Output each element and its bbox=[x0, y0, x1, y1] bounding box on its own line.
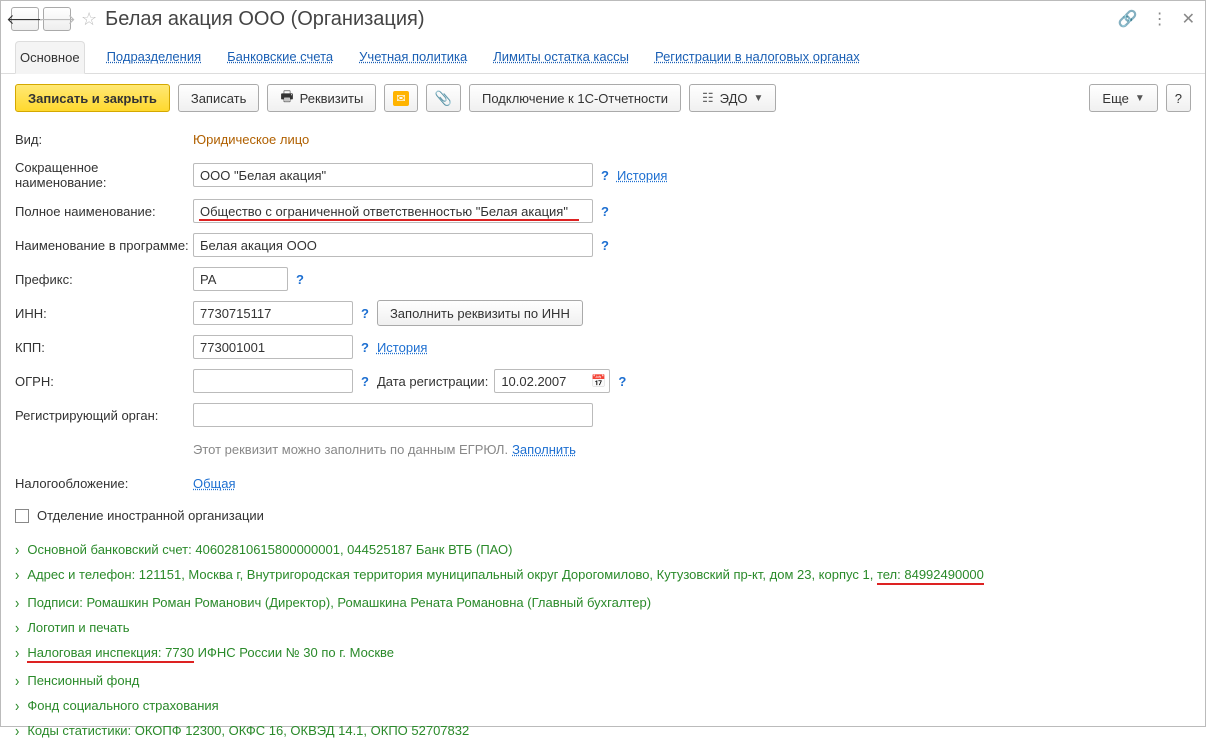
forward-button[interactable]: 🡒 bbox=[43, 7, 71, 31]
chevron-right-icon: › bbox=[15, 619, 19, 637]
acc-tel-text: тел: 84992490000 bbox=[877, 567, 984, 585]
prog-name-input[interactable] bbox=[193, 233, 593, 257]
egrul-hint: Этот реквизит можно заполнить по данным … bbox=[193, 442, 508, 457]
attach-button[interactable]: 📎 bbox=[426, 84, 461, 112]
full-name-input[interactable] bbox=[193, 199, 593, 223]
short-name-label: Сокращенное наименование: bbox=[15, 160, 193, 190]
ogrn-label: ОГРН: bbox=[15, 374, 193, 389]
acc-tax-insp-rest: ИФНС России № 30 по г. Москве bbox=[194, 645, 394, 660]
prefix-input[interactable] bbox=[193, 267, 288, 291]
inn-label: ИНН: bbox=[15, 306, 193, 321]
acc-tax-inspection[interactable]: › Налоговая инспекция: 7730 ИФНС России … bbox=[15, 640, 1191, 668]
chevron-right-icon: › bbox=[15, 672, 19, 690]
acc-social-fund[interactable]: › Фонд социального страхования bbox=[15, 693, 1191, 718]
short-name-help[interactable]: ? bbox=[601, 168, 609, 183]
section-tabs: Основное Подразделения Банковские счета … bbox=[1, 35, 1205, 74]
short-name-input[interactable] bbox=[193, 163, 593, 187]
tab-cash-limits[interactable]: Лимиты остатка кассы bbox=[489, 41, 633, 73]
acc-tax-insp-code: Налоговая инспекция: 7730 bbox=[27, 645, 194, 663]
short-name-history-link[interactable]: История bbox=[617, 168, 667, 183]
foreign-branch-label: Отделение иностранной организации bbox=[37, 508, 264, 523]
tab-accounting-policy[interactable]: Учетная политика bbox=[355, 41, 471, 73]
more-label: Еще bbox=[1102, 91, 1128, 106]
chevron-down-icon: ▼ bbox=[754, 93, 764, 104]
kpp-label: КПП: bbox=[15, 340, 193, 355]
edo-icon: ☷ bbox=[702, 90, 714, 106]
back-button[interactable]: 🡐 bbox=[11, 7, 39, 31]
chevron-right-icon: › bbox=[15, 644, 19, 662]
foreign-branch-checkbox[interactable] bbox=[15, 509, 29, 523]
prog-name-help[interactable]: ? bbox=[601, 238, 609, 253]
reg-date-label: Дата регистрации: bbox=[377, 374, 488, 389]
tab-main[interactable]: Основное bbox=[15, 41, 85, 74]
paperclip-icon: 📎 bbox=[435, 90, 452, 107]
accordion: › Основной банковский счет: 406028106158… bbox=[1, 537, 1205, 743]
reg-org-label: Регистрирующий орган: bbox=[15, 408, 193, 423]
fill-by-inn-button[interactable]: Заполнить реквизиты по ИНН bbox=[377, 300, 583, 326]
taxation-link[interactable]: Общая bbox=[193, 476, 236, 491]
egrul-fill-link[interactable]: Заполнить bbox=[512, 442, 576, 457]
full-name-help[interactable]: ? bbox=[601, 204, 609, 219]
acc-signatures[interactable]: › Подписи: Ромашкин Роман Романович (Дир… bbox=[15, 590, 1191, 615]
edo-button[interactable]: ☷ ЭДО ▼ bbox=[689, 84, 776, 112]
close-icon[interactable]: ✕ bbox=[1182, 9, 1195, 29]
acc-stat-codes[interactable]: › Коды статистики: ОКОПФ 12300, ОКФС 16,… bbox=[15, 718, 1191, 743]
kpp-history-link[interactable]: История bbox=[377, 340, 427, 355]
kind-value: Юридическое лицо bbox=[193, 132, 309, 147]
prefix-help[interactable]: ? bbox=[296, 272, 304, 287]
save-button[interactable]: Записать bbox=[178, 84, 260, 112]
acc-bank-account[interactable]: › Основной банковский счет: 406028106158… bbox=[15, 537, 1191, 562]
prefix-label: Префикс: bbox=[15, 272, 193, 287]
prog-name-label: Наименование в программе: bbox=[15, 238, 193, 253]
chevron-right-icon: › bbox=[15, 722, 19, 740]
reg-org-input[interactable] bbox=[193, 403, 593, 427]
chevron-right-icon: › bbox=[15, 697, 19, 715]
full-name-label: Полное наименование: bbox=[15, 204, 193, 219]
window-title: Белая акация ООО (Организация) bbox=[105, 8, 424, 31]
chevron-right-icon: › bbox=[15, 566, 19, 584]
requisites-label: Реквизиты bbox=[300, 91, 364, 106]
inn-help[interactable]: ? bbox=[361, 306, 369, 321]
requisites-button[interactable]: 🖶 Реквизиты bbox=[267, 84, 376, 112]
kpp-help[interactable]: ? bbox=[361, 340, 369, 355]
toolbar: Записать и закрыть Записать 🖶 Реквизиты … bbox=[1, 74, 1205, 122]
envelope-icon: ✉ bbox=[393, 91, 408, 106]
calendar-icon[interactable]: 📅 bbox=[591, 374, 606, 388]
ogrn-help[interactable]: ? bbox=[361, 374, 369, 389]
acc-logo-stamp[interactable]: › Логотип и печать bbox=[15, 615, 1191, 640]
kebab-menu-icon[interactable]: ⋮ bbox=[1152, 9, 1168, 29]
tab-divisions[interactable]: Подразделения bbox=[103, 41, 206, 73]
favorite-star-icon[interactable]: ☆ bbox=[81, 9, 97, 30]
email-button[interactable]: ✉ bbox=[384, 84, 417, 112]
ogrn-input[interactable] bbox=[193, 369, 353, 393]
chevron-right-icon: › bbox=[15, 594, 19, 612]
acc-address-phone[interactable]: › Адрес и телефон: 121151, Москва г, Вну… bbox=[15, 562, 1191, 590]
kpp-input[interactable] bbox=[193, 335, 353, 359]
chevron-right-icon: › bbox=[15, 541, 19, 559]
acc-pension-fund[interactable]: › Пенсионный фонд bbox=[15, 668, 1191, 693]
reg-date-help[interactable]: ? bbox=[618, 374, 626, 389]
titlebar: 🡐 🡒 ☆ Белая акация ООО (Организация) 🔗 ⋮… bbox=[1, 1, 1205, 35]
acc-address-text: Адрес и телефон: 121151, Москва г, Внутр… bbox=[27, 567, 877, 582]
form-body: Вид: Юридическое лицо Сокращенное наимен… bbox=[1, 122, 1205, 537]
organization-window: 🡐 🡒 ☆ Белая акация ООО (Организация) 🔗 ⋮… bbox=[0, 0, 1206, 727]
connect-reporting-button[interactable]: Подключение к 1С-Отчетности bbox=[469, 84, 681, 112]
chevron-down-icon: ▼ bbox=[1135, 93, 1145, 104]
tab-tax-registrations[interactable]: Регистрации в налоговых органах bbox=[651, 41, 864, 73]
inn-input[interactable] bbox=[193, 301, 353, 325]
printer-icon: 🖶 bbox=[280, 86, 293, 110]
kind-label: Вид: bbox=[15, 132, 193, 147]
edo-label: ЭДО bbox=[720, 91, 748, 106]
more-button[interactable]: Еще ▼ bbox=[1089, 84, 1157, 112]
help-button[interactable]: ? bbox=[1166, 84, 1191, 112]
tab-bank-accounts[interactable]: Банковские счета bbox=[223, 41, 337, 73]
save-and-close-button[interactable]: Записать и закрыть bbox=[15, 84, 170, 112]
link-icon[interactable]: 🔗 bbox=[1118, 9, 1138, 29]
taxation-label: Налогообложение: bbox=[15, 476, 193, 491]
